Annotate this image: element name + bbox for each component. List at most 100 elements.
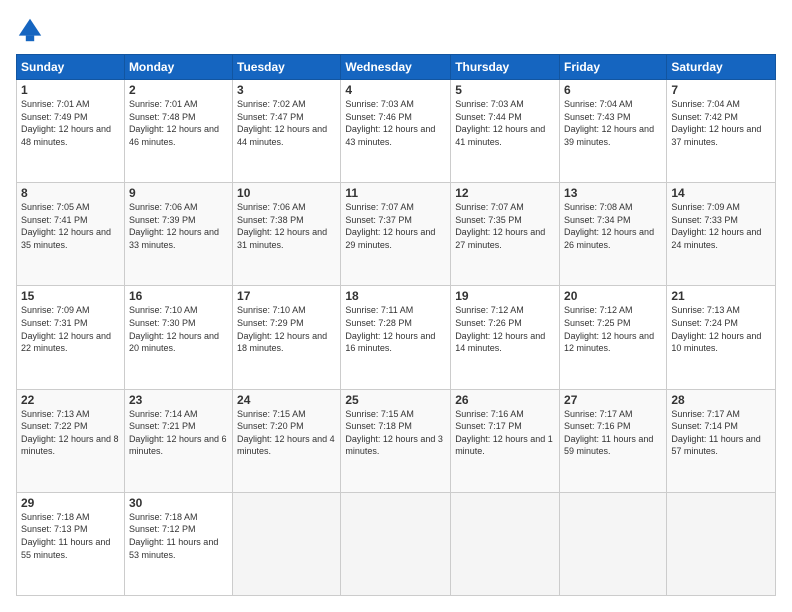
calendar-cell: 6Sunrise: 7:04 AMSunset: 7:43 PMDaylight…	[560, 80, 667, 183]
day-info: Sunrise: 7:18 AMSunset: 7:12 PMDaylight:…	[129, 511, 228, 561]
day-info: Sunrise: 7:13 AMSunset: 7:22 PMDaylight:…	[21, 408, 120, 458]
day-info: Sunrise: 7:12 AMSunset: 7:25 PMDaylight:…	[564, 304, 662, 354]
calendar-cell: 27Sunrise: 7:17 AMSunset: 7:16 PMDayligh…	[560, 389, 667, 492]
calendar: SundayMondayTuesdayWednesdayThursdayFrid…	[16, 54, 776, 596]
week-row-3: 15Sunrise: 7:09 AMSunset: 7:31 PMDayligh…	[17, 286, 776, 389]
header	[16, 16, 776, 44]
day-number: 4	[345, 83, 446, 97]
calendar-cell: 12Sunrise: 7:07 AMSunset: 7:35 PMDayligh…	[451, 183, 560, 286]
calendar-cell: 30Sunrise: 7:18 AMSunset: 7:12 PMDayligh…	[124, 492, 232, 595]
week-row-2: 8Sunrise: 7:05 AMSunset: 7:41 PMDaylight…	[17, 183, 776, 286]
day-number: 26	[455, 393, 555, 407]
day-number: 8	[21, 186, 120, 200]
weekday-monday: Monday	[124, 55, 232, 80]
week-row-4: 22Sunrise: 7:13 AMSunset: 7:22 PMDayligh…	[17, 389, 776, 492]
day-number: 21	[671, 289, 771, 303]
calendar-cell: 9Sunrise: 7:06 AMSunset: 7:39 PMDaylight…	[124, 183, 232, 286]
calendar-cell: 26Sunrise: 7:16 AMSunset: 7:17 PMDayligh…	[451, 389, 560, 492]
day-number: 16	[129, 289, 228, 303]
day-info: Sunrise: 7:01 AMSunset: 7:48 PMDaylight:…	[129, 98, 228, 148]
day-number: 6	[564, 83, 662, 97]
calendar-cell: 20Sunrise: 7:12 AMSunset: 7:25 PMDayligh…	[560, 286, 667, 389]
logo-icon	[16, 16, 44, 44]
week-row-5: 29Sunrise: 7:18 AMSunset: 7:13 PMDayligh…	[17, 492, 776, 595]
calendar-cell: 17Sunrise: 7:10 AMSunset: 7:29 PMDayligh…	[233, 286, 341, 389]
calendar-cell: 2Sunrise: 7:01 AMSunset: 7:48 PMDaylight…	[124, 80, 232, 183]
day-number: 11	[345, 186, 446, 200]
day-info: Sunrise: 7:07 AMSunset: 7:37 PMDaylight:…	[345, 201, 446, 251]
day-info: Sunrise: 7:04 AMSunset: 7:43 PMDaylight:…	[564, 98, 662, 148]
day-info: Sunrise: 7:02 AMSunset: 7:47 PMDaylight:…	[237, 98, 336, 148]
day-info: Sunrise: 7:03 AMSunset: 7:44 PMDaylight:…	[455, 98, 555, 148]
day-info: Sunrise: 7:17 AMSunset: 7:16 PMDaylight:…	[564, 408, 662, 458]
calendar-cell: 7Sunrise: 7:04 AMSunset: 7:42 PMDaylight…	[667, 80, 776, 183]
calendar-cell: 22Sunrise: 7:13 AMSunset: 7:22 PMDayligh…	[17, 389, 125, 492]
weekday-thursday: Thursday	[451, 55, 560, 80]
day-info: Sunrise: 7:03 AMSunset: 7:46 PMDaylight:…	[345, 98, 446, 148]
day-number: 28	[671, 393, 771, 407]
day-info: Sunrise: 7:07 AMSunset: 7:35 PMDaylight:…	[455, 201, 555, 251]
day-number: 29	[21, 496, 120, 510]
calendar-cell	[451, 492, 560, 595]
calendar-cell	[233, 492, 341, 595]
day-number: 17	[237, 289, 336, 303]
day-number: 14	[671, 186, 771, 200]
day-number: 15	[21, 289, 120, 303]
day-number: 12	[455, 186, 555, 200]
day-info: Sunrise: 7:08 AMSunset: 7:34 PMDaylight:…	[564, 201, 662, 251]
calendar-cell: 1Sunrise: 7:01 AMSunset: 7:49 PMDaylight…	[17, 80, 125, 183]
day-number: 2	[129, 83, 228, 97]
calendar-cell: 21Sunrise: 7:13 AMSunset: 7:24 PMDayligh…	[667, 286, 776, 389]
calendar-cell: 18Sunrise: 7:11 AMSunset: 7:28 PMDayligh…	[341, 286, 451, 389]
calendar-cell: 16Sunrise: 7:10 AMSunset: 7:30 PMDayligh…	[124, 286, 232, 389]
day-info: Sunrise: 7:17 AMSunset: 7:14 PMDaylight:…	[671, 408, 771, 458]
week-row-1: 1Sunrise: 7:01 AMSunset: 7:49 PMDaylight…	[17, 80, 776, 183]
logo	[16, 16, 48, 44]
day-number: 5	[455, 83, 555, 97]
day-number: 10	[237, 186, 336, 200]
calendar-cell: 15Sunrise: 7:09 AMSunset: 7:31 PMDayligh…	[17, 286, 125, 389]
calendar-cell	[341, 492, 451, 595]
day-number: 3	[237, 83, 336, 97]
page: SundayMondayTuesdayWednesdayThursdayFrid…	[0, 0, 792, 612]
day-info: Sunrise: 7:06 AMSunset: 7:39 PMDaylight:…	[129, 201, 228, 251]
day-info: Sunrise: 7:14 AMSunset: 7:21 PMDaylight:…	[129, 408, 228, 458]
day-number: 13	[564, 186, 662, 200]
day-number: 30	[129, 496, 228, 510]
day-info: Sunrise: 7:09 AMSunset: 7:31 PMDaylight:…	[21, 304, 120, 354]
calendar-cell: 28Sunrise: 7:17 AMSunset: 7:14 PMDayligh…	[667, 389, 776, 492]
day-number: 20	[564, 289, 662, 303]
calendar-cell: 19Sunrise: 7:12 AMSunset: 7:26 PMDayligh…	[451, 286, 560, 389]
calendar-body: 1Sunrise: 7:01 AMSunset: 7:49 PMDaylight…	[17, 80, 776, 596]
calendar-cell: 23Sunrise: 7:14 AMSunset: 7:21 PMDayligh…	[124, 389, 232, 492]
weekday-wednesday: Wednesday	[341, 55, 451, 80]
day-info: Sunrise: 7:18 AMSunset: 7:13 PMDaylight:…	[21, 511, 120, 561]
day-info: Sunrise: 7:09 AMSunset: 7:33 PMDaylight:…	[671, 201, 771, 251]
day-number: 19	[455, 289, 555, 303]
calendar-cell: 24Sunrise: 7:15 AMSunset: 7:20 PMDayligh…	[233, 389, 341, 492]
weekday-friday: Friday	[560, 55, 667, 80]
weekday-header-row: SundayMondayTuesdayWednesdayThursdayFrid…	[17, 55, 776, 80]
calendar-cell: 4Sunrise: 7:03 AMSunset: 7:46 PMDaylight…	[341, 80, 451, 183]
day-info: Sunrise: 7:13 AMSunset: 7:24 PMDaylight:…	[671, 304, 771, 354]
calendar-cell: 11Sunrise: 7:07 AMSunset: 7:37 PMDayligh…	[341, 183, 451, 286]
day-info: Sunrise: 7:12 AMSunset: 7:26 PMDaylight:…	[455, 304, 555, 354]
calendar-cell	[667, 492, 776, 595]
calendar-cell: 8Sunrise: 7:05 AMSunset: 7:41 PMDaylight…	[17, 183, 125, 286]
calendar-cell: 25Sunrise: 7:15 AMSunset: 7:18 PMDayligh…	[341, 389, 451, 492]
day-info: Sunrise: 7:06 AMSunset: 7:38 PMDaylight:…	[237, 201, 336, 251]
day-number: 25	[345, 393, 446, 407]
day-info: Sunrise: 7:16 AMSunset: 7:17 PMDaylight:…	[455, 408, 555, 458]
day-info: Sunrise: 7:11 AMSunset: 7:28 PMDaylight:…	[345, 304, 446, 354]
day-info: Sunrise: 7:10 AMSunset: 7:30 PMDaylight:…	[129, 304, 228, 354]
day-number: 22	[21, 393, 120, 407]
day-number: 7	[671, 83, 771, 97]
calendar-cell: 14Sunrise: 7:09 AMSunset: 7:33 PMDayligh…	[667, 183, 776, 286]
day-info: Sunrise: 7:15 AMSunset: 7:20 PMDaylight:…	[237, 408, 336, 458]
calendar-cell: 10Sunrise: 7:06 AMSunset: 7:38 PMDayligh…	[233, 183, 341, 286]
calendar-cell: 5Sunrise: 7:03 AMSunset: 7:44 PMDaylight…	[451, 80, 560, 183]
weekday-sunday: Sunday	[17, 55, 125, 80]
day-number: 18	[345, 289, 446, 303]
day-number: 27	[564, 393, 662, 407]
calendar-cell: 3Sunrise: 7:02 AMSunset: 7:47 PMDaylight…	[233, 80, 341, 183]
